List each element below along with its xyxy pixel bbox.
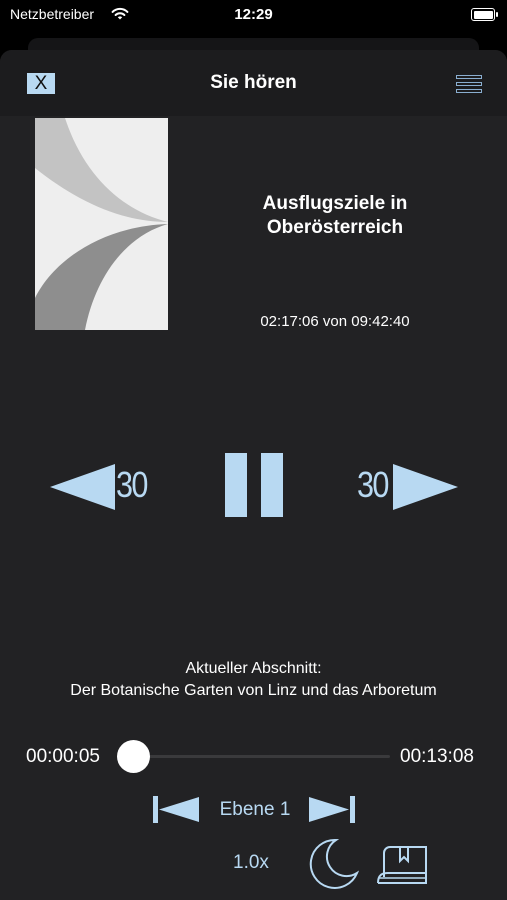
book-title: Ausflugsziele in Oberösterreich: [200, 192, 470, 240]
skip-forward-icon: [309, 796, 355, 823]
bookmark-icon[interactable]: [376, 845, 428, 885]
rewind-icon: [50, 464, 115, 510]
navigation-level[interactable]: Ebene 1: [205, 799, 305, 821]
progress-track[interactable]: [132, 755, 390, 758]
progress-knob[interactable]: [117, 740, 151, 773]
book-time-progress: 02:17:06 von 09:42:40: [260, 313, 410, 330]
pause-icon: [225, 453, 283, 517]
current-section-title: Der Botanische Garten von Linz und das A…: [70, 682, 437, 699]
skip-back-icon: [153, 796, 199, 823]
forward-seconds: 30: [357, 464, 389, 505]
forward-icon: [393, 464, 458, 510]
moon-icon[interactable]: [306, 837, 360, 891]
elapsed-time: 00:00:05: [26, 746, 100, 767]
total-time: 00:13:08: [400, 746, 474, 767]
next-section-button[interactable]: [307, 796, 355, 823]
rewind-30-button[interactable]: 30: [50, 460, 155, 515]
page-title: Sie hören: [210, 72, 297, 93]
hamburger-menu-icon[interactable]: [456, 75, 482, 93]
status-clock: 12:29: [234, 6, 273, 23]
playback-speed-button[interactable]: 1.0x: [233, 852, 269, 874]
rewind-seconds: 30: [116, 464, 148, 505]
book-title-line1: Ausflugsziele in: [262, 193, 408, 214]
status-bar: Netzbetreiber 12:29: [0, 0, 507, 30]
previous-section-button[interactable]: [153, 796, 201, 823]
book-cover: [35, 118, 168, 330]
pause-button[interactable]: [224, 452, 286, 518]
forward-30-button[interactable]: 30: [355, 460, 460, 515]
book-title-line2: Oberösterreich: [266, 217, 404, 238]
current-section-label: Aktueller Abschnitt:: [185, 660, 322, 677]
battery-icon: [471, 8, 498, 21]
